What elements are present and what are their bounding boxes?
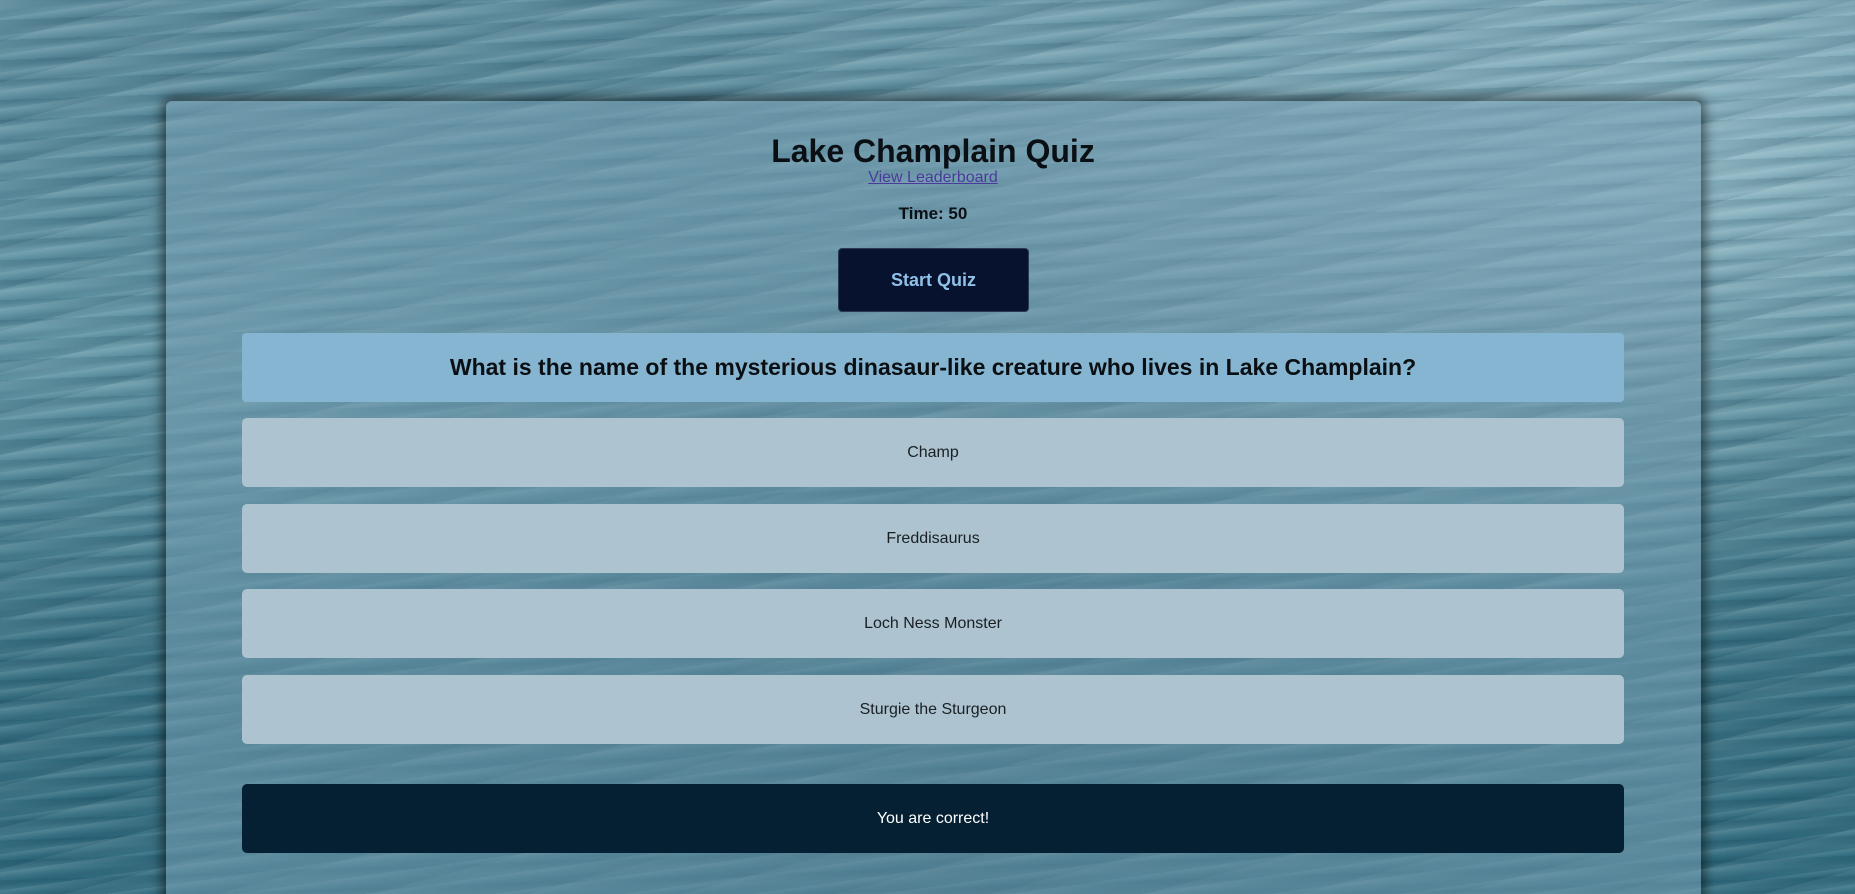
- start-quiz-button[interactable]: Start Quiz: [838, 248, 1029, 312]
- feedback-message: You are correct!: [242, 784, 1624, 853]
- answer-option-loch-ness-monster[interactable]: Loch Ness Monster: [242, 589, 1624, 658]
- answer-option-champ[interactable]: Champ: [242, 418, 1624, 487]
- page-background: { "quiz": { "title": "Lake Champlain Qui…: [0, 0, 1855, 894]
- answer-option-sturgie-the-sturgeon[interactable]: Sturgie the Sturgeon: [242, 675, 1624, 744]
- timer-display: Time: 50: [898, 204, 968, 223]
- view-leaderboard-link[interactable]: View Leaderboard: [868, 169, 998, 186]
- leaderboard-link-container: View Leaderboard: [0, 168, 1855, 188]
- quiz-title: Lake Champlain Quiz: [771, 133, 1095, 169]
- question-text: What is the name of the mysterious dinas…: [242, 333, 1624, 402]
- answer-option-freddisaurus[interactable]: Freddisaurus: [242, 504, 1624, 573]
